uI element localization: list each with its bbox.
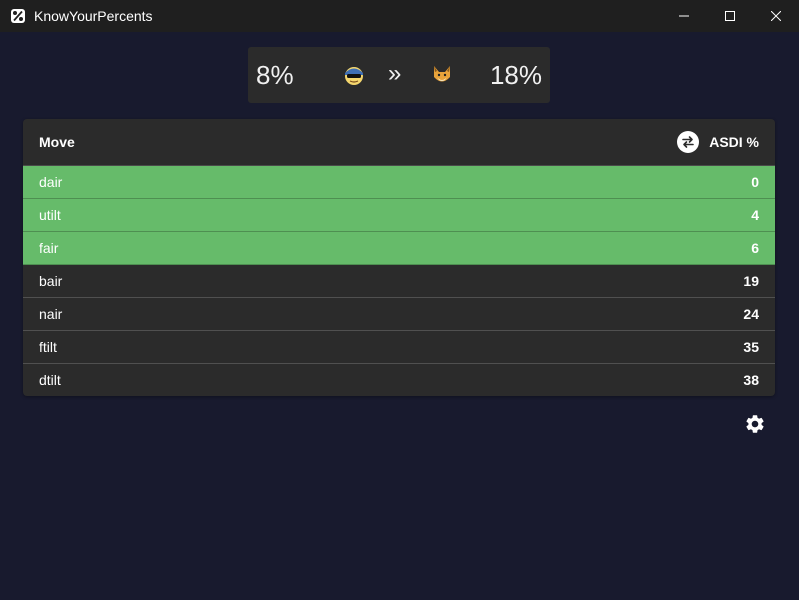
- app-window: KnowYourPercents 8% » 18% Move ASDI % da…: [0, 0, 799, 600]
- settings-button[interactable]: [744, 413, 766, 435]
- minimize-button[interactable]: [661, 0, 707, 32]
- close-icon: [771, 11, 781, 21]
- move-name: ftilt: [39, 339, 57, 355]
- percent-app-icon: [11, 9, 25, 23]
- table-header: Move ASDI %: [23, 119, 775, 166]
- asdi-percent: 24: [743, 306, 759, 322]
- move-table: Move ASDI % dair 0 utilt 4 fair 6 bair 1…: [23, 119, 775, 396]
- target-percent: 18%: [489, 60, 542, 90]
- column-header-asdi: ASDI %: [709, 134, 759, 150]
- attacker-character-icon[interactable]: [342, 63, 366, 87]
- table-row[interactable]: nair 24: [23, 298, 775, 331]
- window-title: KnowYourPercents: [34, 8, 153, 24]
- matchup-header: 8% » 18%: [248, 47, 550, 103]
- table-row[interactable]: utilt 4: [23, 199, 775, 232]
- asdi-percent: 38: [743, 372, 759, 388]
- target-character-icon[interactable]: [430, 63, 454, 87]
- move-name: dtilt: [39, 372, 61, 388]
- close-button[interactable]: [753, 0, 799, 32]
- table-row[interactable]: ftilt 35: [23, 331, 775, 364]
- move-name: nair: [39, 306, 63, 322]
- move-name: utilt: [39, 207, 61, 223]
- move-name: dair: [39, 174, 63, 190]
- maximize-button[interactable]: [707, 0, 753, 32]
- table-row[interactable]: fair 6: [23, 232, 775, 265]
- move-name: fair: [39, 240, 59, 256]
- title-bar[interactable]: KnowYourPercents: [0, 0, 799, 32]
- asdi-percent: 19: [743, 273, 759, 289]
- move-name: bair: [39, 273, 63, 289]
- maximize-icon: [725, 11, 735, 21]
- gear-icon: [746, 415, 764, 433]
- asdi-percent: 0: [751, 174, 759, 190]
- asdi-percent: 35: [743, 339, 759, 355]
- asdi-percent: 4: [751, 207, 759, 223]
- table-row[interactable]: dair 0: [23, 166, 775, 199]
- table-row[interactable]: dtilt 38: [23, 364, 775, 396]
- swap-button[interactable]: [677, 131, 699, 153]
- minimize-icon: [679, 15, 689, 17]
- matchup-separator: »: [388, 60, 402, 87]
- swap-icon: [682, 136, 694, 148]
- table-row[interactable]: bair 19: [23, 265, 775, 298]
- attacker-percent: 8%: [256, 60, 294, 90]
- window-controls: [661, 0, 799, 32]
- column-header-move: Move: [39, 134, 75, 150]
- asdi-percent: 6: [751, 240, 759, 256]
